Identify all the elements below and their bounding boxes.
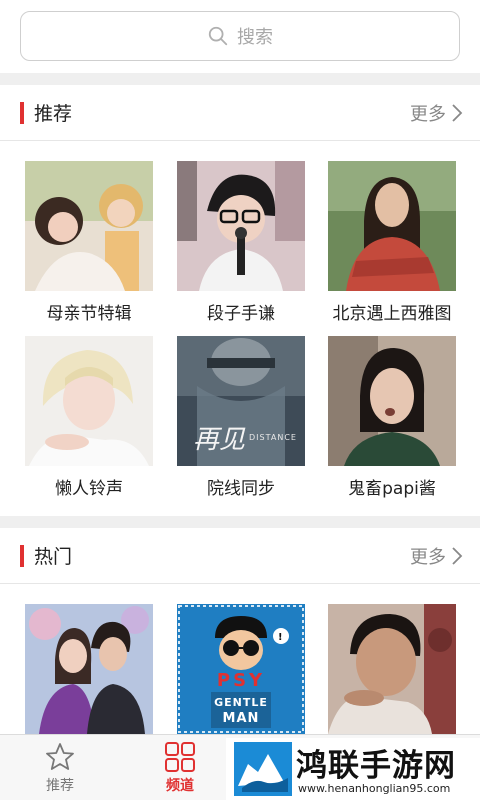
album-art-psy: PSY [217,670,265,691]
album-caption: 院线同步 [207,479,275,499]
album-cover [328,604,456,734]
album-cover [25,604,153,734]
more-link[interactable]: 更多 [410,100,464,126]
album-card[interactable]: 母亲节特辑 [25,161,153,324]
search-input[interactable]: 搜索 [20,11,460,61]
album-card[interactable]: 鬼畜papi酱 [328,336,456,499]
album-art-gentle: GENTLE [214,696,268,709]
album-cover [177,161,305,291]
watermark-url: www.henanhonglian95.com [298,782,451,795]
nav-label: 频道 [166,778,194,794]
more-label: 更多 [410,103,446,125]
search-bar: 搜索 [0,0,480,73]
grid-icon [165,742,195,772]
section-header-hot: 热门 更多 [0,528,480,584]
section-title: 推荐 [34,103,73,125]
album-card[interactable]: 北京遇上西雅图 [328,161,456,324]
album-cover [328,161,456,291]
album-card[interactable]: ! PSY GENTLE MAN [177,604,305,734]
section-divider [0,73,480,85]
album-art-distance: DISTANCE [249,433,297,442]
more-label: 更多 [410,546,446,568]
nav-item-recommend[interactable]: 推荐 [0,735,120,800]
album-cover [328,336,456,466]
more-link[interactable]: 更多 [410,543,464,569]
album-cover [25,336,153,466]
watermark-logo-icon [234,742,292,796]
search-placeholder: 搜索 [237,27,273,48]
album-cover: ! PSY GENTLE MAN [177,604,305,734]
section-accent-bar [20,544,24,567]
album-caption: 鬼畜papi酱 [348,479,436,499]
album-card[interactable]: 再见 DISTANCE 院线同步 [177,336,305,499]
album-card[interactable]: 懒人铃声 [25,336,153,499]
site-watermark: 鸿联手游网 www.henanhonglian95.com [226,738,480,800]
album-caption: 北京遇上西雅图 [332,304,452,324]
search-icon [208,26,228,46]
album-cover: 再见 DISTANCE [177,336,305,466]
section-accent-bar [20,101,24,124]
channel-page: 搜索 推荐 更多 母亲节特辑 段子手谦 北京遇上西雅图 懒人铃声 再见 DIST… [0,0,480,800]
star-icon [46,743,74,770]
nav-label: 推荐 [46,778,74,794]
album-card[interactable] [25,604,153,734]
section-divider [0,516,480,528]
album-art-zaijian: 再见 [193,425,246,455]
album-card[interactable]: 段子手谦 [177,161,305,324]
album-card[interactable] [328,604,456,734]
album-caption: 段子手谦 [207,304,275,324]
album-cover [25,161,153,291]
album-caption: 母亲节特辑 [46,304,132,324]
album-caption: 懒人铃声 [55,479,123,499]
chevron-right-icon [452,546,463,565]
nav-item-channel[interactable]: 频道 [120,735,240,800]
section-title: 热门 [34,546,73,568]
svg-text:!: ! [278,632,283,643]
watermark-title: 鸿联手游网 [296,748,456,784]
album-art-man: MAN [223,711,260,726]
section-header-recommend: 推荐 更多 [0,85,480,141]
chevron-right-icon [452,103,463,122]
